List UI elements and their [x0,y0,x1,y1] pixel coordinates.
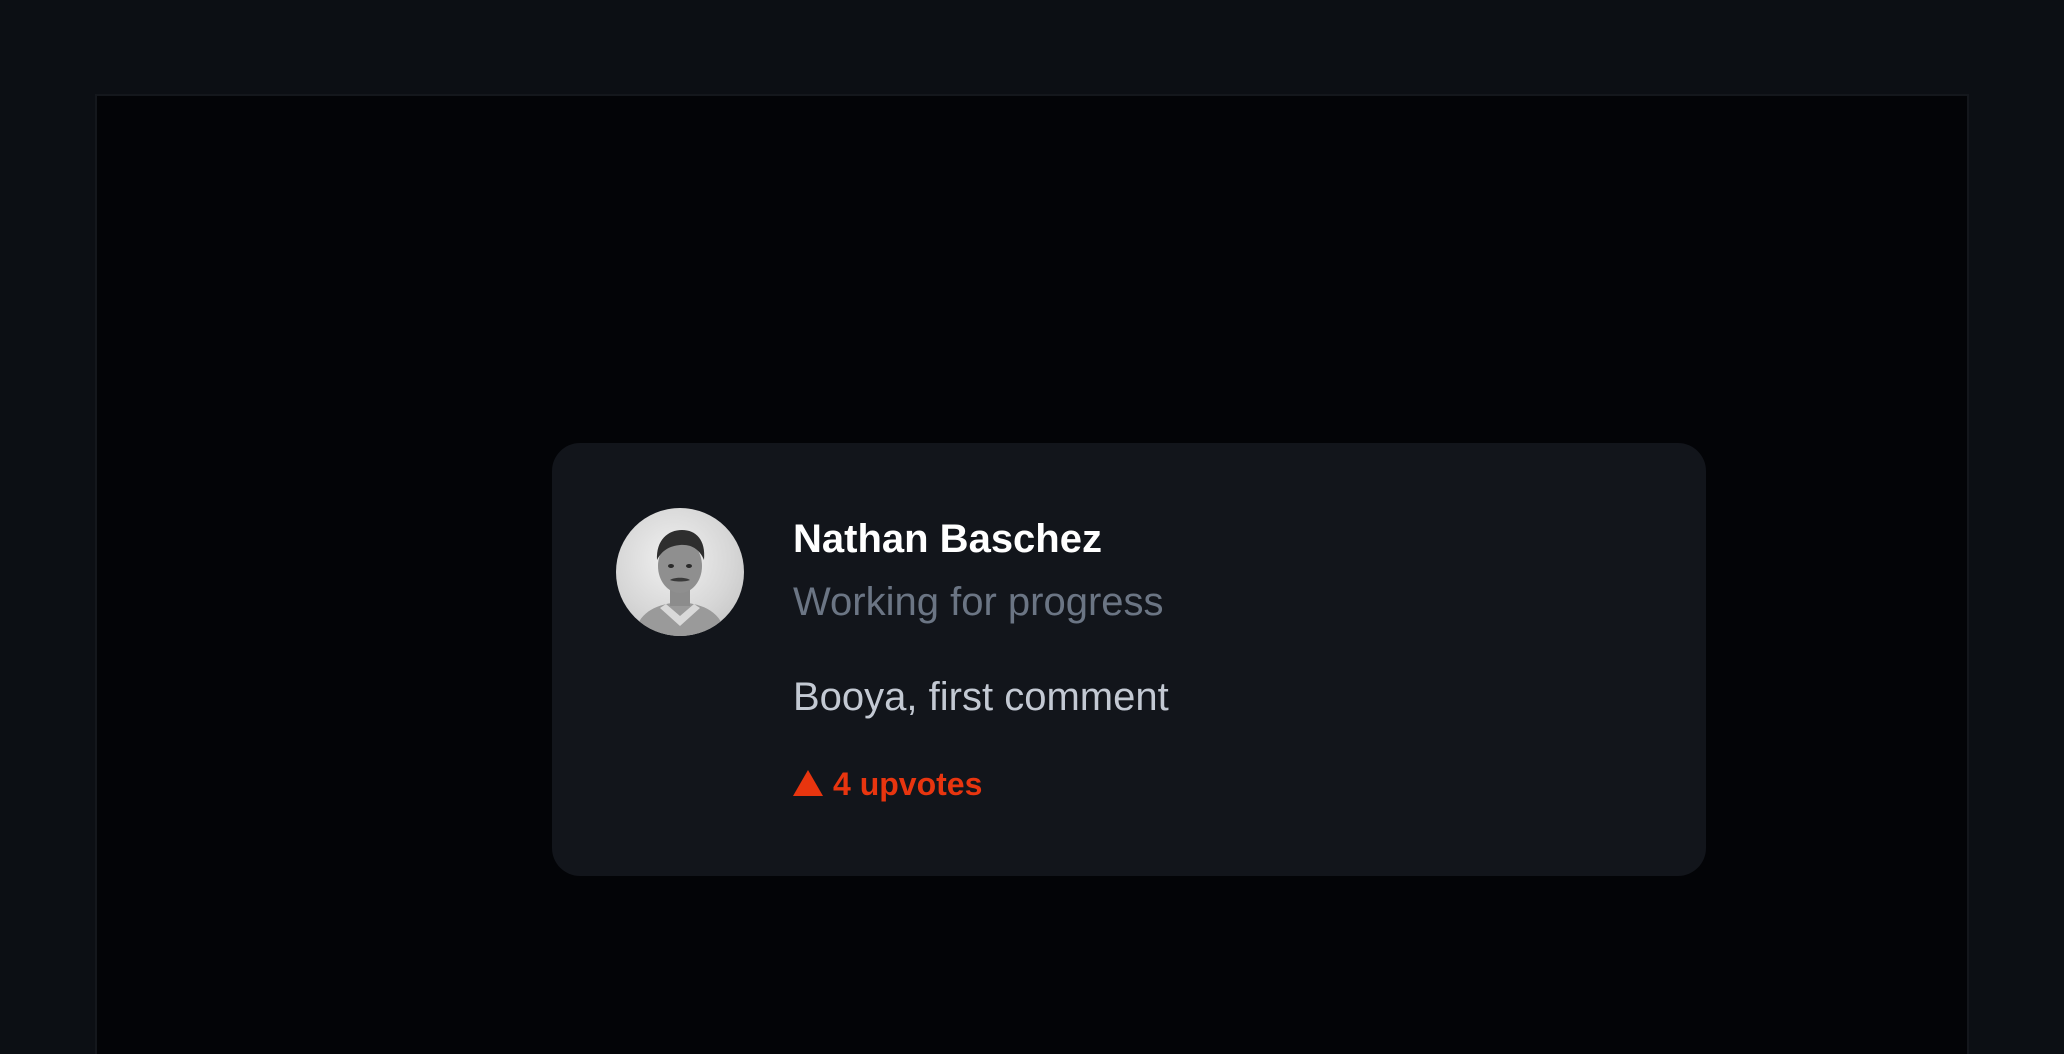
comment-body: Booya, first comment [793,675,1169,719]
upvote-count-label: 4 upvotes [833,766,983,802]
author-tagline: Working for progress [793,580,1164,624]
upvote-button[interactable]: 4 upvotes [793,765,982,803]
author-name[interactable]: Nathan Baschez [793,515,1102,563]
avatar[interactable] [616,508,744,636]
content-frame: Nathan Baschez Working for progress Booy… [95,94,1969,1054]
comment-card: Nathan Baschez Working for progress Booy… [552,443,1706,876]
avatar-photo-icon [634,530,726,636]
upvote-triangle-icon [793,770,823,797]
